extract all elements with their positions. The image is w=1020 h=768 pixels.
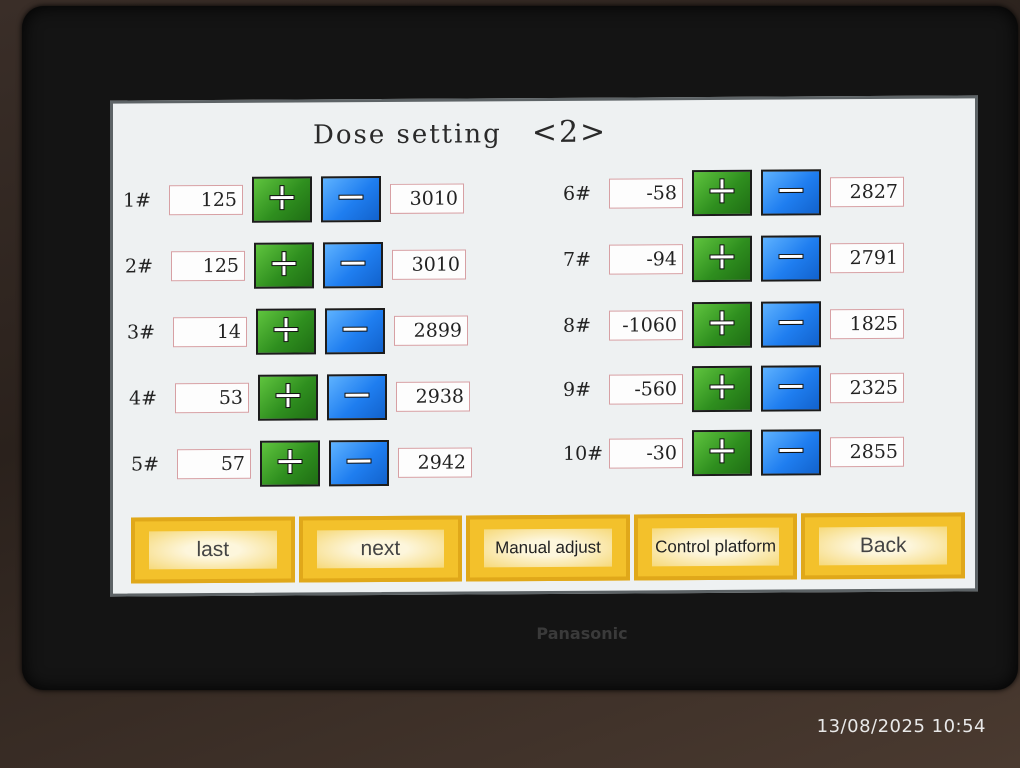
last-button-label: last: [196, 537, 230, 562]
plus-icon: [707, 307, 737, 342]
dose-value-field[interactable]: -58: [609, 178, 683, 209]
next-button[interactable]: next: [298, 515, 463, 583]
decrease-button[interactable]: [325, 307, 385, 355]
increase-button[interactable]: [692, 169, 752, 217]
row-label: 2#: [125, 255, 154, 278]
plus-icon: [707, 241, 737, 276]
decrease-button[interactable]: [761, 169, 821, 216]
plus-icon: [267, 182, 297, 217]
dose-row: 10# -30 2855: [563, 427, 904, 479]
plus-icon: [707, 435, 737, 470]
increase-button[interactable]: [692, 235, 752, 283]
minus-icon: [336, 182, 366, 217]
plus-icon: [269, 248, 299, 283]
decrease-button[interactable]: [761, 301, 821, 348]
dose-row: 6# -58 2827: [563, 167, 904, 219]
title-text: Dose setting: [313, 119, 502, 151]
increase-button[interactable]: [252, 176, 312, 223]
row-label: 9#: [563, 378, 592, 401]
increase-button[interactable]: [692, 365, 752, 413]
row-label: 10#: [563, 442, 604, 465]
minus-icon: [344, 446, 374, 481]
result-value: 2791: [830, 242, 904, 274]
plus-icon: [273, 380, 303, 415]
minus-icon: [776, 435, 806, 470]
dose-row: 7# -94 2791: [563, 233, 904, 285]
control-platform-button[interactable]: Control platform: [633, 513, 798, 581]
row-label: 3#: [127, 321, 156, 344]
minus-icon: [338, 248, 368, 283]
decrease-button[interactable]: [329, 439, 389, 487]
control-platform-label: Control platform: [655, 536, 777, 557]
result-value: 2942: [398, 447, 472, 478]
plus-icon: [707, 371, 737, 406]
back-button[interactable]: Back: [801, 512, 965, 580]
hmi-screen: Dose setting <2> 1# 125 3010 2# 125 3010 3# 14 28…: [110, 95, 978, 597]
dose-value-field[interactable]: 125: [169, 184, 243, 216]
result-value: 2325: [830, 372, 904, 404]
minus-icon: [776, 371, 806, 406]
row-label: 4#: [129, 387, 158, 410]
result-value: 2938: [396, 381, 470, 412]
result-value: 2827: [830, 176, 904, 208]
minus-icon: [776, 241, 806, 276]
dose-value-field[interactable]: 53: [175, 382, 249, 414]
plus-icon: [275, 446, 305, 481]
row-label: 8#: [563, 314, 592, 337]
decrease-button[interactable]: [761, 365, 821, 412]
increase-button[interactable]: [692, 301, 752, 349]
manual-adjust-label: Manual adjust: [495, 537, 601, 558]
row-label: 1#: [123, 189, 152, 212]
dose-value-field[interactable]: 14: [173, 316, 247, 348]
result-value: 3010: [390, 183, 464, 214]
dose-row: 1# 125 3010: [123, 173, 464, 225]
photo-timestamp: 13/08/2025 10:54: [816, 716, 986, 737]
row-label: 6#: [563, 182, 592, 205]
decrease-button[interactable]: [321, 175, 381, 223]
minus-icon: [342, 380, 372, 415]
result-value: 3010: [392, 249, 466, 280]
bottom-nav: last next Manual adjust Control platform…: [131, 512, 965, 584]
page-title: Dose setting <2>: [313, 115, 607, 152]
brand-logo: Panasonic: [536, 624, 628, 643]
result-value: 2899: [394, 315, 468, 346]
dose-row: 9# -560 2325: [563, 363, 904, 415]
decrease-button[interactable]: [323, 241, 383, 289]
increase-button[interactable]: [254, 242, 314, 289]
decrease-button[interactable]: [761, 235, 821, 282]
dose-row: 2# 125 3010: [125, 239, 466, 291]
dose-rows: 1# 125 3010 2# 125 3010 3# 14 2899 4# 53 2938 5# 57 29…: [113, 98, 975, 487]
dose-value-field[interactable]: -94: [609, 244, 683, 275]
decrease-button[interactable]: [327, 373, 387, 421]
increase-button[interactable]: [260, 440, 320, 487]
minus-icon: [776, 175, 806, 210]
plus-icon: [707, 175, 737, 210]
dose-value-field[interactable]: -30: [609, 438, 683, 469]
increase-button[interactable]: [256, 308, 316, 355]
dose-row: 5# 57 2942: [131, 437, 472, 489]
dose-value-field[interactable]: -560: [609, 374, 683, 405]
row-label: 5#: [131, 453, 160, 476]
last-button[interactable]: last: [131, 516, 295, 584]
minus-icon: [776, 307, 806, 342]
dose-row: 4# 53 2938: [129, 371, 470, 423]
dose-row: 3# 14 2899: [127, 305, 468, 357]
decrease-button[interactable]: [761, 429, 821, 476]
minus-icon: [340, 314, 370, 349]
row-label: 7#: [563, 248, 592, 271]
next-button-label: next: [360, 536, 401, 561]
dose-value-field[interactable]: 57: [177, 448, 251, 480]
increase-button[interactable]: [692, 429, 752, 477]
dose-value-field[interactable]: 125: [171, 250, 245, 282]
result-value: 1825: [830, 308, 904, 340]
result-value: 2855: [830, 436, 904, 468]
manual-adjust-button[interactable]: Manual adjust: [466, 514, 630, 582]
dose-value-field[interactable]: -1060: [609, 310, 683, 341]
back-button-label: Back: [859, 533, 907, 558]
increase-button[interactable]: [258, 374, 318, 421]
plus-icon: [271, 314, 301, 349]
page-indicator: <2>: [531, 114, 608, 151]
dose-row: 8# -1060 1825: [563, 299, 904, 351]
